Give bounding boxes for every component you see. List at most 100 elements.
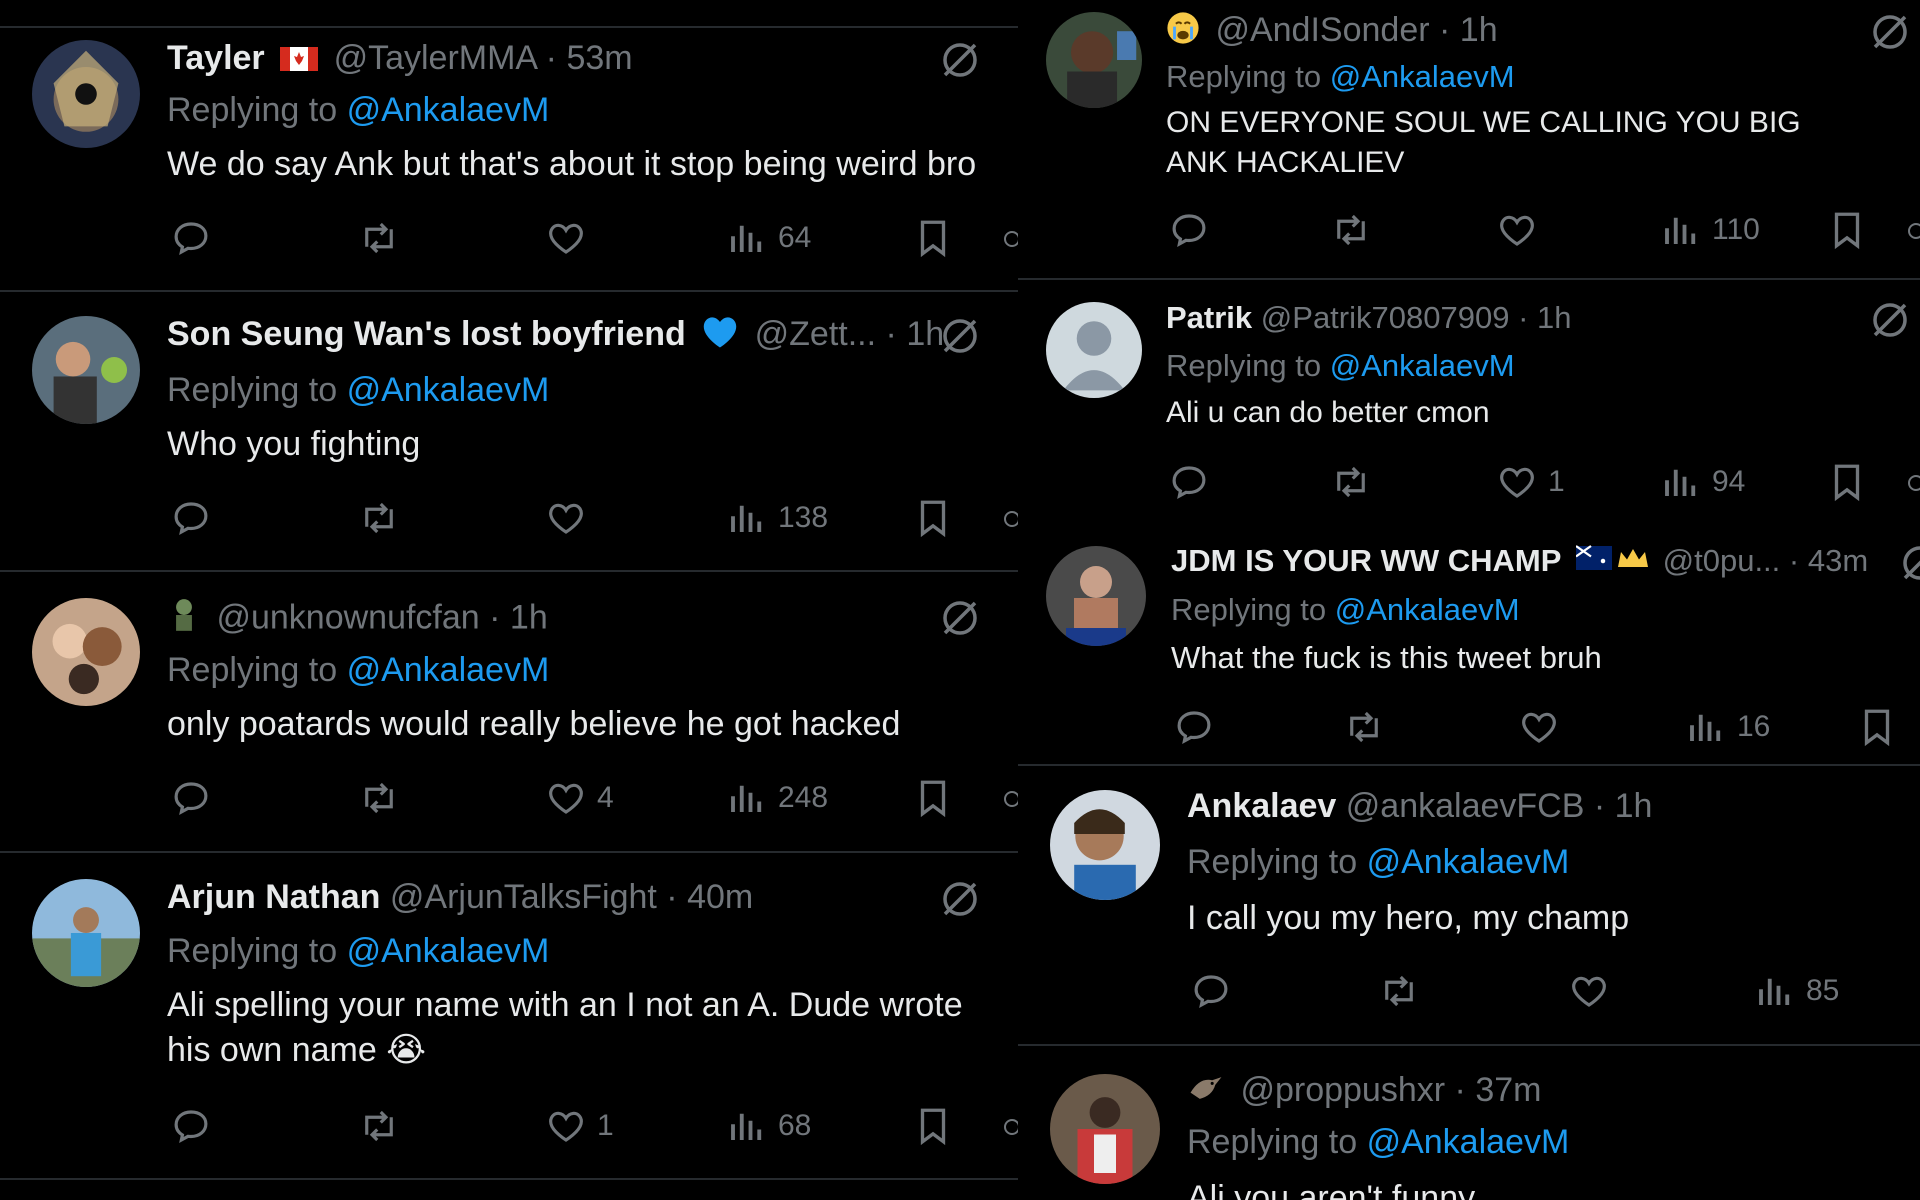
share-icon[interactable] — [1004, 511, 1018, 527]
timestamp[interactable]: 1h — [510, 598, 548, 636]
handle[interactable]: @Zett... — [755, 315, 876, 353]
repost-button[interactable] — [358, 214, 400, 262]
like-button[interactable] — [1518, 703, 1570, 751]
reply-button[interactable] — [170, 1102, 212, 1150]
reply-post[interactable]: Son Seung Wan's lost boyfriend @Zett... … — [0, 292, 1018, 570]
repost-button[interactable] — [1343, 703, 1385, 751]
bookmark-button[interactable] — [912, 774, 954, 822]
views-button[interactable]: 94 — [1660, 458, 1745, 506]
mention-link[interactable]: @AnkalaevM — [1330, 348, 1515, 383]
avatar[interactable] — [1050, 790, 1160, 900]
timestamp[interactable]: 1h — [1537, 300, 1571, 335]
bookmark-button[interactable] — [1826, 458, 1868, 506]
like-button[interactable] — [1568, 967, 1620, 1015]
repost-button[interactable] — [1330, 458, 1372, 506]
views-button[interactable]: 248 — [726, 774, 828, 822]
handle[interactable]: @proppushxr — [1240, 1071, 1445, 1109]
mention-link[interactable]: @AnkalaevM — [347, 371, 550, 409]
bookmark-button[interactable] — [912, 494, 954, 542]
share-icon[interactable] — [1908, 223, 1920, 239]
timestamp[interactable]: 43m — [1808, 543, 1868, 578]
views-button[interactable]: 85 — [1754, 967, 1839, 1015]
timestamp[interactable]: 53m — [566, 39, 632, 77]
reply-button[interactable] — [1190, 967, 1232, 1015]
views-button[interactable]: 110 — [1660, 206, 1760, 254]
mention-link[interactable]: @AnkalaevM — [347, 932, 550, 970]
like-button[interactable]: 1 — [1496, 458, 1565, 506]
repost-button[interactable] — [358, 494, 400, 542]
repost-button[interactable] — [1330, 206, 1372, 254]
reply-post[interactable]: Tayler @TaylerMMA · 53m Replying to @Ank… — [0, 28, 1018, 290]
reply-button[interactable] — [170, 494, 212, 542]
reply-post[interactable]: Arjun Nathan @ArjunTalksFight · 40m Repl… — [0, 853, 1018, 1180]
views-button[interactable]: 68 — [726, 1102, 811, 1150]
reply-button[interactable] — [1168, 206, 1210, 254]
timestamp[interactable]: 37m — [1475, 1071, 1541, 1109]
handle[interactable]: @ankalaevFCB — [1346, 787, 1585, 825]
reply-post[interactable]: @AndISonder · 1h Replying to @AnkalaevM … — [1018, 0, 1920, 278]
reply-button[interactable] — [1173, 703, 1215, 751]
avatar[interactable] — [32, 40, 140, 148]
reply-button[interactable] — [170, 214, 212, 262]
views-button[interactable]: 138 — [726, 494, 828, 542]
reply-button[interactable] — [1168, 458, 1210, 506]
share-icon[interactable] — [1004, 231, 1018, 247]
avatar[interactable] — [32, 598, 140, 706]
like-button[interactable]: 4 — [545, 774, 614, 822]
handle[interactable]: @AndISonder — [1215, 11, 1429, 49]
handle[interactable]: @ArjunTalksFight — [390, 878, 657, 916]
reply-post[interactable]: @proppushxr · 37m Replying to @AnkalaevM… — [1018, 1046, 1920, 1200]
share-icon[interactable] — [1908, 475, 1920, 491]
timestamp[interactable]: 1h — [1615, 787, 1653, 825]
avatar[interactable] — [1046, 12, 1142, 108]
mention-link[interactable]: @AnkalaevM — [1330, 59, 1515, 94]
views-button[interactable]: 16 — [1685, 703, 1770, 751]
grok-icon[interactable] — [1868, 298, 1912, 342]
like-button[interactable]: 1 — [545, 1102, 614, 1150]
reply-post[interactable]: JDM IS YOUR WW CHAMP @t0pu... · 43m Repl… — [1018, 516, 1920, 762]
handle[interactable]: @t0pu... — [1663, 543, 1781, 578]
mention-link[interactable]: @AnkalaevM — [1335, 592, 1520, 627]
repost-button[interactable] — [358, 1102, 400, 1150]
mention-link[interactable]: @AnkalaevM — [347, 651, 550, 689]
reply-post[interactable]: @unknownufcfan · 1h Replying to @Ankalae… — [0, 572, 1018, 850]
mention-link[interactable]: @AnkalaevM — [1367, 1123, 1570, 1161]
grok-icon[interactable] — [938, 314, 982, 358]
bookmark-button[interactable] — [1826, 206, 1868, 254]
handle[interactable]: @Patrik70807909 — [1261, 300, 1510, 335]
avatar[interactable] — [1050, 1074, 1160, 1184]
like-button[interactable] — [545, 214, 597, 262]
repost-button[interactable] — [1378, 967, 1420, 1015]
timestamp[interactable]: 1h — [1460, 11, 1498, 49]
like-button[interactable] — [545, 494, 597, 542]
display-name[interactable]: JDM IS YOUR WW CHAMP — [1171, 543, 1561, 578]
display-name[interactable]: Tayler — [167, 39, 265, 77]
grok-icon[interactable] — [938, 596, 982, 640]
reply-post[interactable]: Patrik @Patrik70807909 · 1h Replying to … — [1018, 280, 1920, 516]
handle[interactable]: @TaylerMMA — [334, 39, 537, 77]
display-name[interactable]: Son Seung Wan's lost boyfriend — [167, 315, 686, 353]
reply-button[interactable] — [170, 774, 212, 822]
like-button[interactable] — [1496, 206, 1548, 254]
display-name[interactable]: Patrik — [1166, 300, 1252, 335]
grok-icon[interactable] — [938, 38, 982, 82]
grok-icon[interactable] — [1898, 541, 1920, 585]
views-button[interactable]: 64 — [726, 214, 811, 262]
mention-link[interactable]: @AnkalaevM — [1367, 843, 1570, 881]
avatar[interactable] — [1046, 302, 1142, 398]
display-name[interactable]: Arjun Nathan — [167, 878, 380, 916]
share-icon[interactable] — [1004, 791, 1018, 807]
mention-link[interactable]: @AnkalaevM — [347, 91, 550, 129]
handle[interactable]: @unknownufcfan — [216, 598, 479, 636]
share-icon[interactable] — [1004, 1119, 1018, 1135]
repost-button[interactable] — [358, 774, 400, 822]
grok-icon[interactable] — [938, 877, 982, 921]
bookmark-button[interactable] — [912, 214, 954, 262]
display-name[interactable]: Ankalaev — [1187, 787, 1336, 825]
reply-post[interactable]: Ankalaev @ankalaevFCB · 1h Replying to @… — [1018, 766, 1920, 1044]
avatar[interactable] — [32, 316, 140, 424]
grok-icon[interactable] — [1868, 10, 1912, 54]
timestamp[interactable]: 40m — [687, 878, 753, 916]
avatar[interactable] — [1046, 546, 1146, 646]
avatar[interactable] — [32, 879, 140, 987]
